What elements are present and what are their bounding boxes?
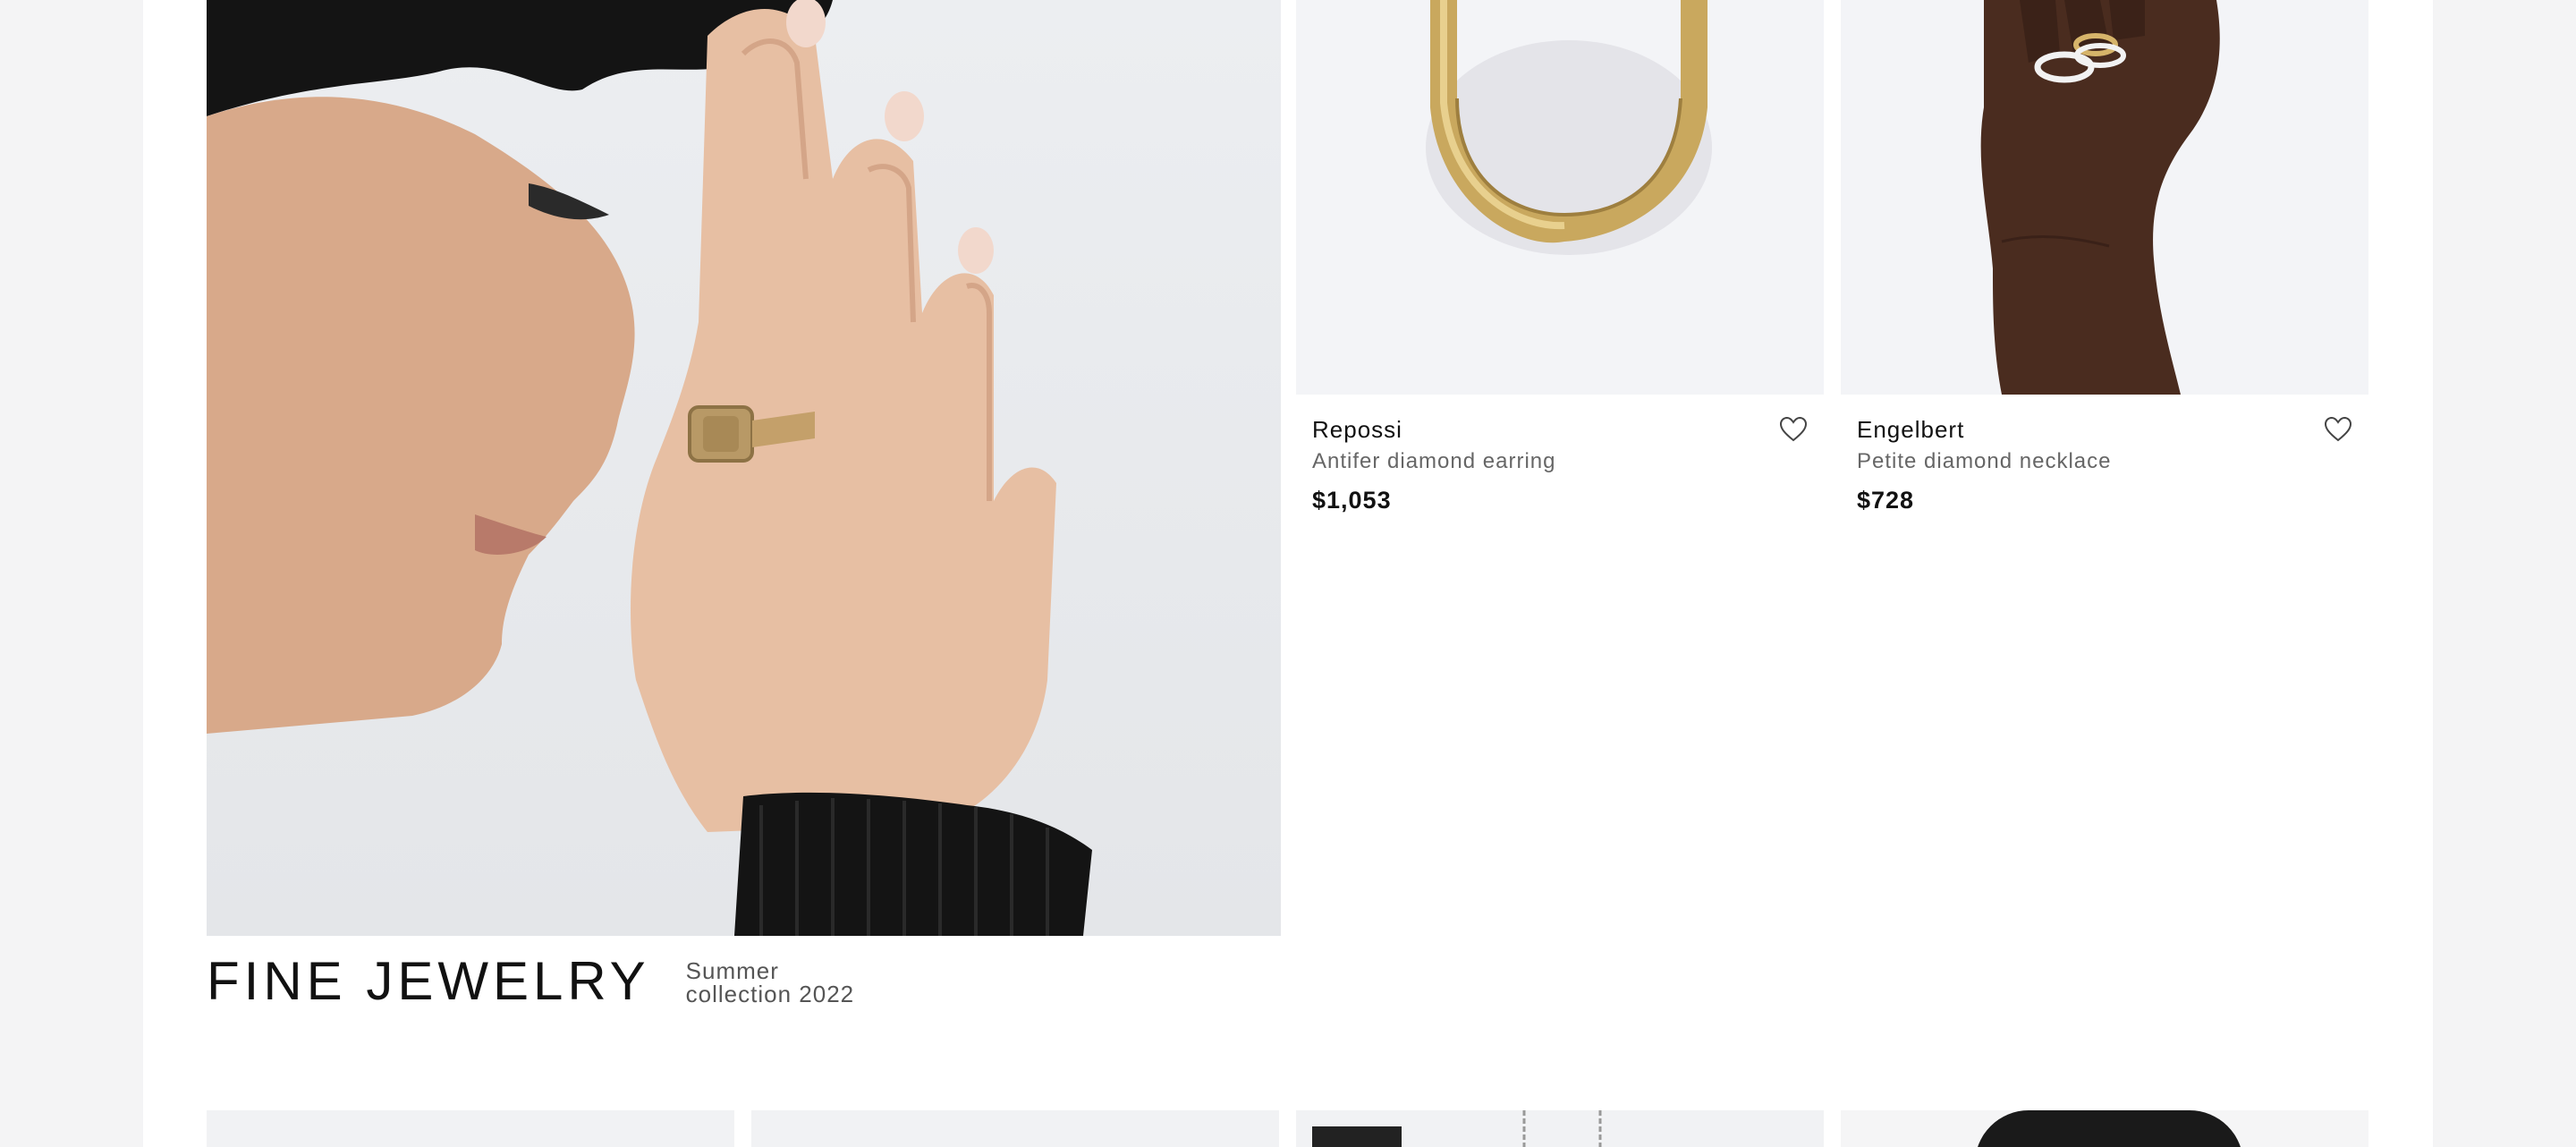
product-price: $728 (1857, 487, 1915, 514)
hero-image[interactable] (207, 0, 1281, 936)
page-content: FINE JEWELRY Summer collection 2022 Repo… (143, 0, 2433, 1147)
model-hair-image (1975, 1110, 2243, 1147)
product-tile[interactable] (751, 1110, 1279, 1147)
product-badge (1312, 1126, 1402, 1147)
heart-icon[interactable] (2324, 416, 2352, 443)
product-image[interactable] (1296, 0, 1824, 395)
chain-illustration (1598, 1110, 1602, 1147)
product-info: Engelbert Petite diamond necklace $728 (1841, 395, 2368, 516)
hand-illustration (1980, 0, 2220, 395)
product-description[interactable]: Antifer diamond earring (1312, 446, 1808, 477)
collection-subtitle: Summer collection 2022 (685, 957, 855, 1007)
collection-heading: FINE JEWELRY Summer collection 2022 (207, 950, 892, 1013)
product-description[interactable]: Petite diamond necklace (1857, 446, 2352, 477)
heart-icon[interactable] (1779, 416, 1808, 443)
product-info: Repossi Antifer diamond earring $1,053 (1296, 395, 1824, 516)
product-tile[interactable] (1841, 1110, 2368, 1147)
ring-illustration (1426, 0, 1712, 255)
product-price: $1,053 (1312, 487, 1392, 514)
product-brand[interactable]: Repossi (1312, 414, 1808, 445)
product-brand[interactable]: Engelbert (1857, 414, 2352, 445)
product-tile[interactable] (1296, 1110, 1824, 1147)
product-card[interactable]: Engelbert Petite diamond necklace $728 (1841, 0, 2368, 516)
hero-photo-illustration (207, 0, 1092, 936)
product-card[interactable]: Repossi Antifer diamond earring $1,053 (1296, 0, 1824, 516)
collection-title: FINE JEWELRY (207, 951, 650, 1011)
chain-illustration (1522, 1110, 1526, 1147)
product-image[interactable] (1841, 0, 2368, 395)
product-tile[interactable] (207, 1110, 734, 1147)
